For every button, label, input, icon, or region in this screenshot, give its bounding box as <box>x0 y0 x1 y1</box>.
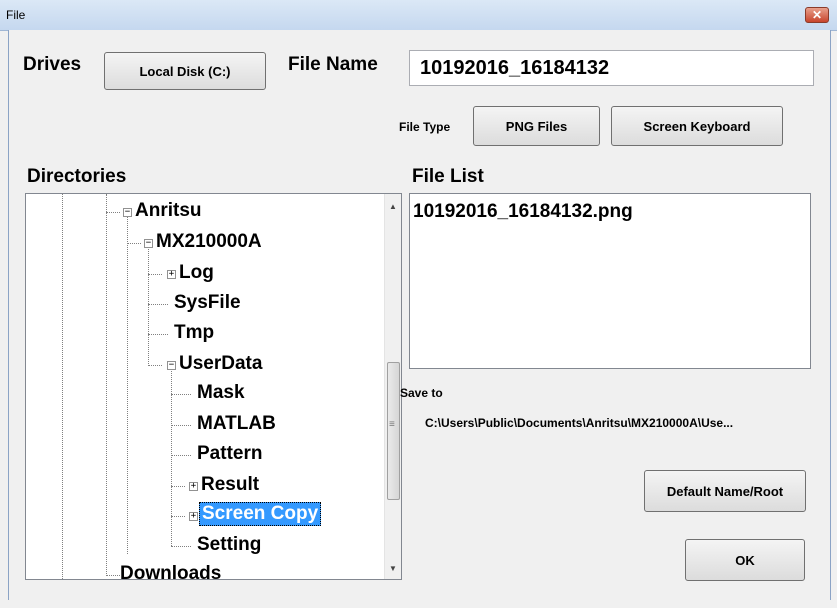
window-title: File <box>6 8 26 22</box>
tree-node-userdata[interactable]: UserData <box>179 353 262 375</box>
expand-icon[interactable]: + <box>189 512 198 521</box>
tree-line <box>148 304 168 305</box>
directory-tree[interactable]: − − + − + + Anritsu MX210000A Log SysFil… <box>25 193 402 580</box>
tree-line <box>148 365 162 366</box>
tree-node-result[interactable]: Result <box>201 474 259 496</box>
file-dialog: Drives Local Disk (C:) File Name 1019201… <box>8 30 831 600</box>
collapse-icon[interactable]: − <box>144 239 153 248</box>
file-list-item[interactable]: 10192016_16184132.png <box>413 201 633 223</box>
tree-line <box>62 194 63 579</box>
scroll-up-icon[interactable]: ▲ <box>389 202 397 211</box>
tree-node-mx210000a[interactable]: MX210000A <box>156 231 262 253</box>
tree-line <box>148 334 168 335</box>
file-name-label: File Name <box>288 54 378 75</box>
screen-keyboard-button[interactable]: Screen Keyboard <box>611 106 783 146</box>
tree-line <box>171 366 172 546</box>
default-name-root-button[interactable]: Default Name/Root <box>644 470 806 512</box>
scroll-down-icon[interactable]: ▼ <box>389 564 397 573</box>
close-button[interactable]: ✕ <box>805 7 829 23</box>
file-list[interactable]: 10192016_16184132.png <box>409 193 811 369</box>
tree-line <box>106 575 120 576</box>
file-type-label: File Type <box>399 120 451 134</box>
tree-node-tmp[interactable]: Tmp <box>174 322 214 344</box>
scrollbar-thumb[interactable] <box>387 362 400 500</box>
tree-node-setting[interactable]: Setting <box>197 534 261 556</box>
tree-line <box>127 214 128 554</box>
grip-icon: ≡ <box>389 419 395 430</box>
save-to-label: Save to <box>400 386 443 400</box>
tree-line <box>171 394 191 395</box>
tree-line <box>171 455 191 456</box>
expand-icon[interactable]: + <box>189 482 198 491</box>
tree-line <box>171 546 191 547</box>
file-type-button[interactable]: PNG Files <box>473 106 600 146</box>
ok-button[interactable]: OK <box>685 539 805 581</box>
tree-line <box>171 486 185 487</box>
tree-line <box>106 194 107 574</box>
tree-line <box>148 274 162 275</box>
expand-icon[interactable]: + <box>167 270 176 279</box>
save-to-path: C:\Users\Public\Documents\Anritsu\MX2100… <box>425 416 734 430</box>
tree-line <box>106 212 120 213</box>
tree-node-downloads[interactable]: Downloads <box>120 563 221 579</box>
file-name-input[interactable]: 10192016_16184132 <box>409 50 814 86</box>
file-list-label: File List <box>412 166 484 187</box>
tree-node-screen-copy[interactable]: Screen Copy <box>199 502 322 526</box>
tree-node-pattern[interactable]: Pattern <box>197 443 262 465</box>
drive-select-button[interactable]: Local Disk (C:) <box>104 52 266 90</box>
collapse-icon[interactable]: − <box>167 361 176 370</box>
title-bar: File ✕ <box>0 0 837 31</box>
directories-label: Directories <box>27 166 127 187</box>
tree-line <box>171 516 185 517</box>
tree-node-log[interactable]: Log <box>179 262 214 284</box>
tree-node-matlab[interactable]: MATLAB <box>197 413 276 435</box>
tree-line <box>171 425 191 426</box>
tree-node-anritsu[interactable]: Anritsu <box>135 200 202 222</box>
tree-node-sysfile[interactable]: SysFile <box>174 292 241 314</box>
drives-label: Drives <box>23 54 82 75</box>
tree-line <box>127 243 141 244</box>
tree-node-mask[interactable]: Mask <box>197 382 245 404</box>
collapse-icon[interactable]: − <box>123 208 132 217</box>
